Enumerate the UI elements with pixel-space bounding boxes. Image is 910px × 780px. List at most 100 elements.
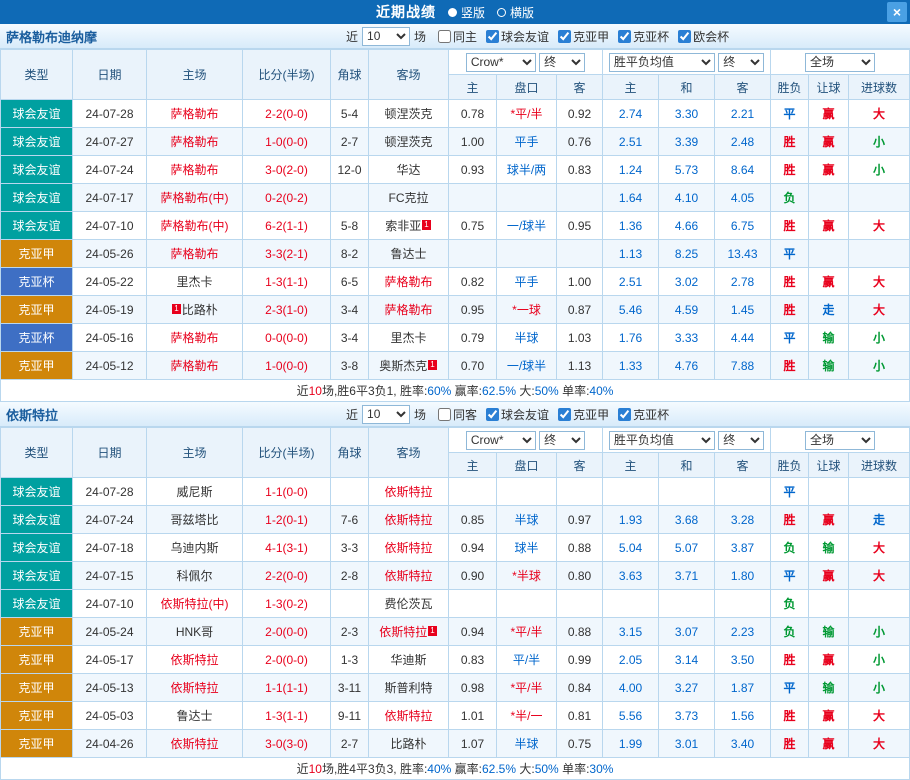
focus-team-label: 萨格勒布 (170, 247, 218, 261)
filter-checkbox[interactable]: 克亚甲 (558, 28, 609, 45)
bookmaker-select[interactable]: Crow* (466, 431, 536, 450)
handicap-line: 平手 (497, 268, 557, 296)
match-date: 24-05-13 (73, 674, 147, 702)
odds-final-select[interactable]: 终 (539, 53, 585, 72)
filter-checkbox-input[interactable] (558, 408, 571, 421)
odds-home: 0.82 (449, 268, 497, 296)
mean-type-select[interactable]: 胜平负均值 (609, 431, 715, 450)
sub-header-mean-home: 主 (603, 75, 659, 100)
result-goals: 大 (849, 296, 910, 324)
mean-final-select[interactable]: 终 (718, 53, 764, 72)
period-select[interactable]: 全场 (805, 431, 875, 450)
handicap-line (497, 240, 557, 268)
table-row: 克亚甲 24-05-19 1比路朴 2-3(1-0) 3-4 萨格勒布 0.95… (1, 296, 910, 324)
mean-away-odds: 3.50 (715, 646, 771, 674)
filter-checkbox-input[interactable] (558, 30, 571, 43)
result-handicap: 赢 (809, 646, 849, 674)
filter-checkbox-input[interactable] (486, 30, 499, 43)
col-header-score: 比分(半场) (243, 428, 331, 478)
match-date: 24-05-19 (73, 296, 147, 324)
focus-team-label: 依斯特拉 (384, 485, 432, 499)
odds-final-select[interactable]: 终 (539, 431, 585, 450)
corner-count (331, 478, 369, 506)
result-wdl: 负 (771, 590, 809, 618)
mean-draw-odds: 3.39 (659, 128, 715, 156)
match-date: 24-07-27 (73, 128, 147, 156)
close-icon[interactable]: × (887, 2, 907, 22)
score: 2-0(0-0) (243, 618, 331, 646)
titlebar: 近期战绩 竖版 横版 × (0, 0, 910, 24)
away-team: 费伦茨瓦 (369, 590, 449, 618)
filter-checkbox-input[interactable] (438, 408, 451, 421)
horizontal-layout-radio[interactable]: 横版 (497, 4, 534, 21)
team-label: 奥斯杰克 (379, 359, 427, 373)
odds-away: 1.13 (557, 352, 603, 380)
mean-home-odds: 2.51 (603, 128, 659, 156)
games-count-select[interactable]: 10 (362, 27, 410, 46)
result-wdl: 胜 (771, 352, 809, 380)
result-goals (849, 590, 910, 618)
mean-type-select[interactable]: 胜平负均值 (609, 53, 715, 72)
mean-home-odds: 3.15 (603, 618, 659, 646)
result-handicap: 赢 (809, 702, 849, 730)
filter-checkbox[interactable]: 同主 (438, 28, 477, 45)
away-team: 奥斯杰克1 (369, 352, 449, 380)
mean-away-odds: 13.43 (715, 240, 771, 268)
mean-draw-odds: 3.27 (659, 674, 715, 702)
result-handicap (809, 240, 849, 268)
result-wdl: 胜 (771, 702, 809, 730)
focus-team-label: 萨格勒布 (170, 359, 218, 373)
mean-away-odds: 1.56 (715, 702, 771, 730)
mean-draw-odds: 3.30 (659, 100, 715, 128)
mean-home-odds: 2.74 (603, 100, 659, 128)
filter-checkbox-input[interactable] (618, 408, 631, 421)
corner-count: 5-8 (331, 212, 369, 240)
filter-checkbox-input[interactable] (486, 408, 499, 421)
result-handicap: 输 (809, 674, 849, 702)
filter-checkbox-input[interactable] (438, 30, 451, 43)
score: 1-1(0-0) (243, 478, 331, 506)
filter-checkbox[interactable]: 克亚杯 (618, 28, 669, 45)
table-row: 克亚甲 24-04-26 依斯特拉 3-0(3-0) 2-7 比路朴 1.07 … (1, 730, 910, 758)
mean-final-select[interactable]: 终 (718, 431, 764, 450)
result-goals: 大 (849, 534, 910, 562)
mean-group-header: 胜平负均值 终 (603, 428, 771, 453)
table-row: 球会友谊 24-07-24 哥兹塔比 1-2(0-1) 7-6 依斯特拉 0.8… (1, 506, 910, 534)
period-select[interactable]: 全场 (805, 53, 875, 72)
table-row: 球会友谊 24-07-10 依斯特拉(中) 1-3(0-2) 费伦茨瓦 负 (1, 590, 910, 618)
filter-checkbox-input[interactable] (618, 30, 631, 43)
score: 3-0(2-0) (243, 156, 331, 184)
filter-checkbox[interactable]: 克亚杯 (618, 406, 669, 423)
handicap-line: *一球 (497, 296, 557, 324)
result-goals: 大 (849, 100, 910, 128)
home-team: 萨格勒布(中) (147, 184, 243, 212)
result-wdl: 胜 (771, 128, 809, 156)
games-count-select[interactable]: 10 (362, 405, 410, 424)
odds-home (449, 478, 497, 506)
table-row: 球会友谊 24-07-15 科佩尔 2-2(0-0) 2-8 依斯特拉 0.90… (1, 562, 910, 590)
filter-checkbox[interactable]: 同客 (438, 406, 477, 423)
team-name: 萨格勒布迪纳摩 (6, 27, 346, 46)
table-row: 克亚杯 24-05-16 萨格勒布 0-0(0-0) 3-4 里杰卡 0.79 … (1, 324, 910, 352)
bookmaker-select[interactable]: Crow* (466, 53, 536, 72)
filter-checkbox[interactable]: 克亚甲 (558, 406, 609, 423)
filter-checkbox[interactable]: 球会友谊 (486, 406, 549, 423)
match-date: 24-07-15 (73, 562, 147, 590)
match-date: 24-07-17 (73, 184, 147, 212)
filter-checkbox-group: 同客球会友谊克亚甲克亚杯 (438, 406, 669, 423)
match-date: 24-07-24 (73, 156, 147, 184)
handicap-line: *平/半 (497, 100, 557, 128)
table-row: 球会友谊 24-07-28 萨格勒布 2-2(0-0) 5-4 顿涅茨克 0.7… (1, 100, 910, 128)
result-wdl: 胜 (771, 212, 809, 240)
filter-checkbox[interactable]: 欧会杯 (678, 28, 729, 45)
focus-team-label: 依斯特拉 (384, 709, 432, 723)
result-handicap: 走 (809, 296, 849, 324)
focus-team-label: 依斯特拉 (384, 569, 432, 583)
corner-count (331, 184, 369, 212)
vertical-layout-radio[interactable]: 竖版 (448, 4, 485, 21)
team-label: 费伦茨瓦 (384, 597, 432, 611)
corner-count: 9-11 (331, 702, 369, 730)
result-wdl: 胜 (771, 646, 809, 674)
filter-checkbox[interactable]: 球会友谊 (486, 28, 549, 45)
filter-checkbox-input[interactable] (678, 30, 691, 43)
